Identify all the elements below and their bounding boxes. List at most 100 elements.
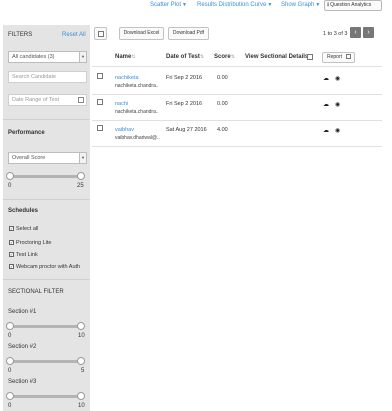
column-name[interactable]: Name⇅: [115, 54, 136, 60]
schedule-select-all[interactable]: ✓ Select all: [9, 226, 38, 232]
date-range-placeholder: Date Range of Test: [12, 97, 59, 103]
chevron-down-icon: ▼: [315, 2, 321, 8]
test-date: Sat Aug 27 2016: [166, 127, 207, 133]
pagination-info: 1 to 3 of 3: [323, 31, 348, 37]
candidate-name-link[interactable]: vaibhav: [115, 127, 134, 133]
section-3-slider-max-handle[interactable]: [77, 392, 85, 400]
cloud-download-icon[interactable]: ☁: [323, 127, 329, 134]
row-separator: [92, 94, 382, 95]
schedule-label: Test Link: [16, 252, 38, 258]
row-checkbox[interactable]: [97, 73, 103, 79]
checkbox-checked[interactable]: ✓: [9, 240, 14, 246]
checkbox-checked[interactable]: ✓: [9, 264, 14, 270]
schedules-title: Schedules: [8, 208, 39, 214]
question-analytics-label: Question Analytics: [330, 2, 372, 8]
score-slider-max-handle[interactable]: [77, 172, 85, 180]
section-3-slider-min-handle[interactable]: [6, 392, 14, 400]
row-checkbox[interactable]: [97, 125, 103, 131]
report-icon: [346, 54, 352, 60]
sectional-details-checkbox[interactable]: [307, 54, 313, 60]
eye-icon[interactable]: ◉: [335, 101, 340, 108]
checkbox-checked[interactable]: ✓: [9, 252, 14, 258]
test-date: Fri Sep 2 2016: [166, 75, 203, 81]
section-3-min: 0: [8, 403, 12, 409]
section-1-min: 0: [8, 333, 12, 339]
next-page-button[interactable]: ›: [363, 27, 374, 38]
column-sectional-label: View Sectional Details: [245, 54, 309, 60]
eye-icon[interactable]: ◉: [335, 75, 340, 82]
results-distribution-label: Results Distribution Curve: [197, 2, 267, 8]
row-separator: [92, 120, 382, 121]
report-label: Report: [327, 54, 343, 60]
row-checkbox[interactable]: [97, 99, 103, 105]
sectional-filter-title: SECTIONAL FILTER: [8, 289, 64, 295]
candidate-name-link[interactable]: nachi: [115, 101, 128, 107]
section-2-label: Section #2: [8, 344, 37, 350]
column-score-label: Score: [214, 54, 231, 60]
date-range-input[interactable]: Date Range of Test: [8, 94, 87, 106]
section-1-slider-max-handle[interactable]: [77, 322, 85, 330]
cloud-download-icon[interactable]: ☁: [323, 75, 329, 82]
candidate-email: nachiketa.chandra..: [115, 83, 159, 89]
divider: [3, 119, 90, 120]
divider: [3, 279, 90, 280]
section-1-slider-track[interactable]: [10, 325, 82, 328]
candidate-name-link[interactable]: nachiketa: [115, 75, 139, 81]
show-graph-dropdown[interactable]: Show Graph▼: [281, 2, 320, 8]
section-3-max: 10: [78, 403, 85, 409]
sort-icon: ⇅: [230, 54, 235, 60]
checkbox-checked[interactable]: ✓: [9, 226, 14, 232]
score-value: 0.00: [217, 101, 228, 107]
section-2-slider-max-handle[interactable]: [77, 357, 85, 365]
header-separator: [92, 66, 382, 67]
chevron-down-icon: ▼: [182, 2, 187, 8]
schedule-label: Webcam proctor with Auth: [16, 264, 81, 270]
column-score[interactable]: Score⇅: [214, 54, 235, 60]
search-candidate-input[interactable]: Search Candidate: [8, 71, 87, 83]
score-slider-min-handle[interactable]: [6, 172, 14, 180]
show-graph-label: Show Graph: [281, 2, 315, 8]
schedule-proctoring-lite[interactable]: ✓ Proctoring Lite: [9, 240, 51, 246]
section-1-max: 10: [78, 333, 85, 339]
score-slider-track[interactable]: [10, 175, 82, 178]
select-all-checkbox-button[interactable]: [94, 27, 107, 40]
score-max-label: 25: [77, 183, 84, 189]
cloud-download-icon[interactable]: ☁: [323, 101, 329, 108]
sort-icon: ⇅: [131, 54, 136, 60]
scatter-plot-dropdown[interactable]: Scatter Plot▼: [150, 2, 187, 8]
column-name-label: Name: [115, 54, 132, 60]
candidate-select[interactable]: All candidates (3) ▼: [8, 51, 87, 63]
section-2-max: 5: [81, 368, 85, 374]
schedule-label: Select all: [16, 226, 39, 232]
test-date: Fri Sep 2 2016: [166, 101, 203, 107]
column-date[interactable]: Date of Test⇅: [166, 54, 204, 60]
section-3-label: Section #3: [8, 379, 37, 385]
section-2-slider-track[interactable]: [10, 360, 82, 363]
schedule-test-link[interactable]: ✓ Test Link: [9, 252, 38, 258]
score-select[interactable]: Overall Score ▼: [8, 152, 87, 164]
filters-title: FILTERS: [8, 32, 33, 38]
chevron-down-icon: ▼: [267, 2, 273, 8]
score-min-label: 0: [8, 183, 12, 189]
section-3-slider-track[interactable]: [10, 395, 82, 398]
results-distribution-dropdown[interactable]: Results Distribution Curve▼: [197, 2, 272, 8]
section-2-slider-min-handle[interactable]: [6, 357, 14, 365]
schedule-webcam-proctor[interactable]: ✓ Webcam proctor with Auth: [9, 264, 80, 270]
eye-icon[interactable]: ◉: [335, 127, 340, 134]
prev-page-button[interactable]: ‹: [350, 27, 361, 38]
search-candidate-placeholder: Search Candidate: [12, 74, 57, 80]
top-bar: Scatter Plot▼ Results Distribution Curve…: [0, 0, 392, 12]
reset-all-link[interactable]: Reset All: [62, 32, 86, 38]
download-pdf-button[interactable]: Download Pdf: [168, 27, 209, 40]
report-button[interactable]: Report: [322, 52, 355, 63]
schedule-label: Proctoring Lite: [16, 240, 52, 246]
checkbox[interactable]: [98, 31, 104, 37]
score-value: 0.00: [217, 75, 228, 81]
section-1-label: Section #1: [8, 309, 37, 315]
question-analytics-button[interactable]: ⭳Question Analytics: [324, 0, 382, 11]
chevron-down-icon: ▼: [79, 153, 86, 163]
chevron-down-icon: ▼: [79, 52, 86, 62]
sort-icon: ⇅: [199, 54, 205, 60]
section-1-slider-min-handle[interactable]: [6, 322, 14, 330]
download-excel-button[interactable]: Download Excel: [119, 27, 164, 40]
